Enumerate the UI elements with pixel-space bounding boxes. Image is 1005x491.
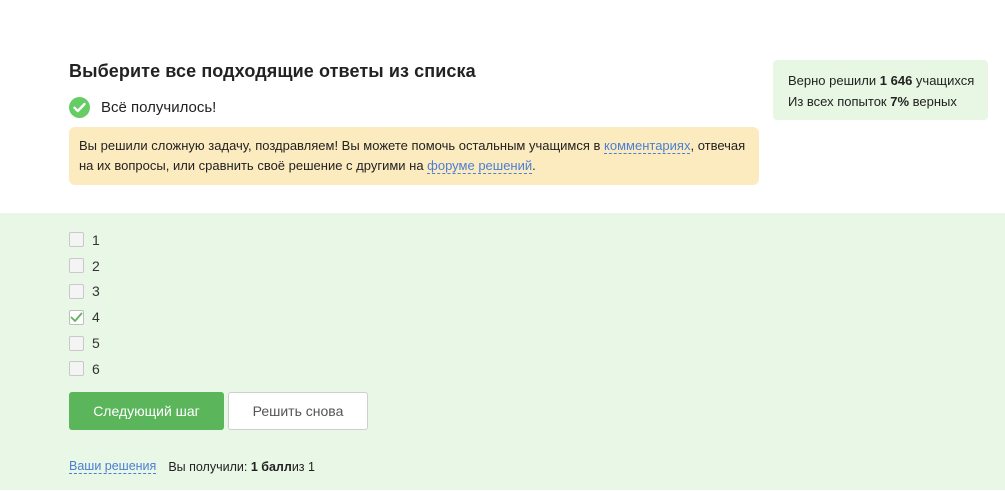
checkmark-icon bbox=[70, 312, 83, 322]
option-label: 4 bbox=[92, 309, 100, 326]
option-label: 3 bbox=[92, 283, 100, 300]
option-label: 5 bbox=[92, 335, 100, 352]
stats-solved-line: Верно решили 1 646 учащихся bbox=[788, 70, 988, 91]
success-notice: Вы решили сложную задачу, поздравляем! В… bbox=[69, 127, 759, 185]
footer-score: Ваши решения Вы получили: 1 балл из 1 bbox=[69, 459, 315, 474]
answer-area: 1 2 3 4 5 6 Следующий шаг Решить снова Ваши р… bbox=[0, 213, 1005, 490]
score-suffix: из 1 bbox=[291, 459, 315, 474]
checkbox-checked[interactable] bbox=[69, 309, 84, 325]
option-item[interactable]: 5 bbox=[69, 330, 100, 356]
checkbox[interactable] bbox=[69, 232, 84, 248]
check-circle-icon bbox=[69, 97, 90, 118]
checkbox[interactable] bbox=[69, 361, 84, 377]
options-list: 1 2 3 4 5 6 bbox=[69, 227, 100, 382]
option-label: 1 bbox=[92, 231, 100, 248]
option-item[interactable]: 4 bbox=[69, 304, 100, 330]
solutions-forum-link[interactable]: форуме решений bbox=[427, 158, 533, 174]
solve-stats: Верно решили 1 646 учащихся Из всех попы… bbox=[773, 60, 988, 120]
retry-button[interactable]: Решить снова bbox=[228, 392, 368, 430]
score-label: Вы получили: bbox=[168, 459, 248, 474]
stats-solved-label: Верно решили bbox=[788, 73, 880, 88]
checkbox[interactable] bbox=[69, 335, 84, 351]
option-item[interactable]: 3 bbox=[69, 279, 100, 305]
option-label: 6 bbox=[92, 360, 100, 377]
option-item[interactable]: 2 bbox=[69, 253, 100, 279]
next-step-button[interactable]: Следующий шаг bbox=[69, 392, 224, 430]
result-text: Всё получилось! bbox=[101, 99, 217, 116]
checkbox[interactable] bbox=[69, 283, 84, 299]
question-title: Выберите все подходящие ответы из списка bbox=[69, 61, 476, 81]
result-status: Всё получилось! bbox=[69, 97, 216, 118]
stats-attempts-line: Из всех попыток 7% верных bbox=[788, 91, 988, 112]
stats-attempts-percent: 7% bbox=[890, 94, 910, 109]
option-label: 2 bbox=[92, 257, 100, 274]
score-value: 1 балл bbox=[250, 459, 292, 474]
notice-text-1: Вы решили сложную задачу, поздравляем! В… bbox=[79, 138, 605, 153]
stats-solved-suffix: учащихся bbox=[912, 73, 975, 88]
stats-attempts-label: Из всех попыток bbox=[788, 94, 891, 109]
comments-link[interactable]: комментариях bbox=[604, 138, 691, 154]
stats-attempts-suffix: верных bbox=[909, 94, 957, 109]
option-item[interactable]: 1 bbox=[69, 227, 100, 253]
stats-solved-count: 1 646 bbox=[879, 73, 913, 88]
notice-text-3: . bbox=[532, 158, 536, 173]
your-solutions-link[interactable]: Ваши решения bbox=[69, 459, 157, 474]
option-item[interactable]: 6 bbox=[69, 356, 100, 382]
step-page: Выберите все подходящие ответы из списка… bbox=[0, 0, 1005, 491]
checkbox[interactable] bbox=[69, 258, 84, 274]
